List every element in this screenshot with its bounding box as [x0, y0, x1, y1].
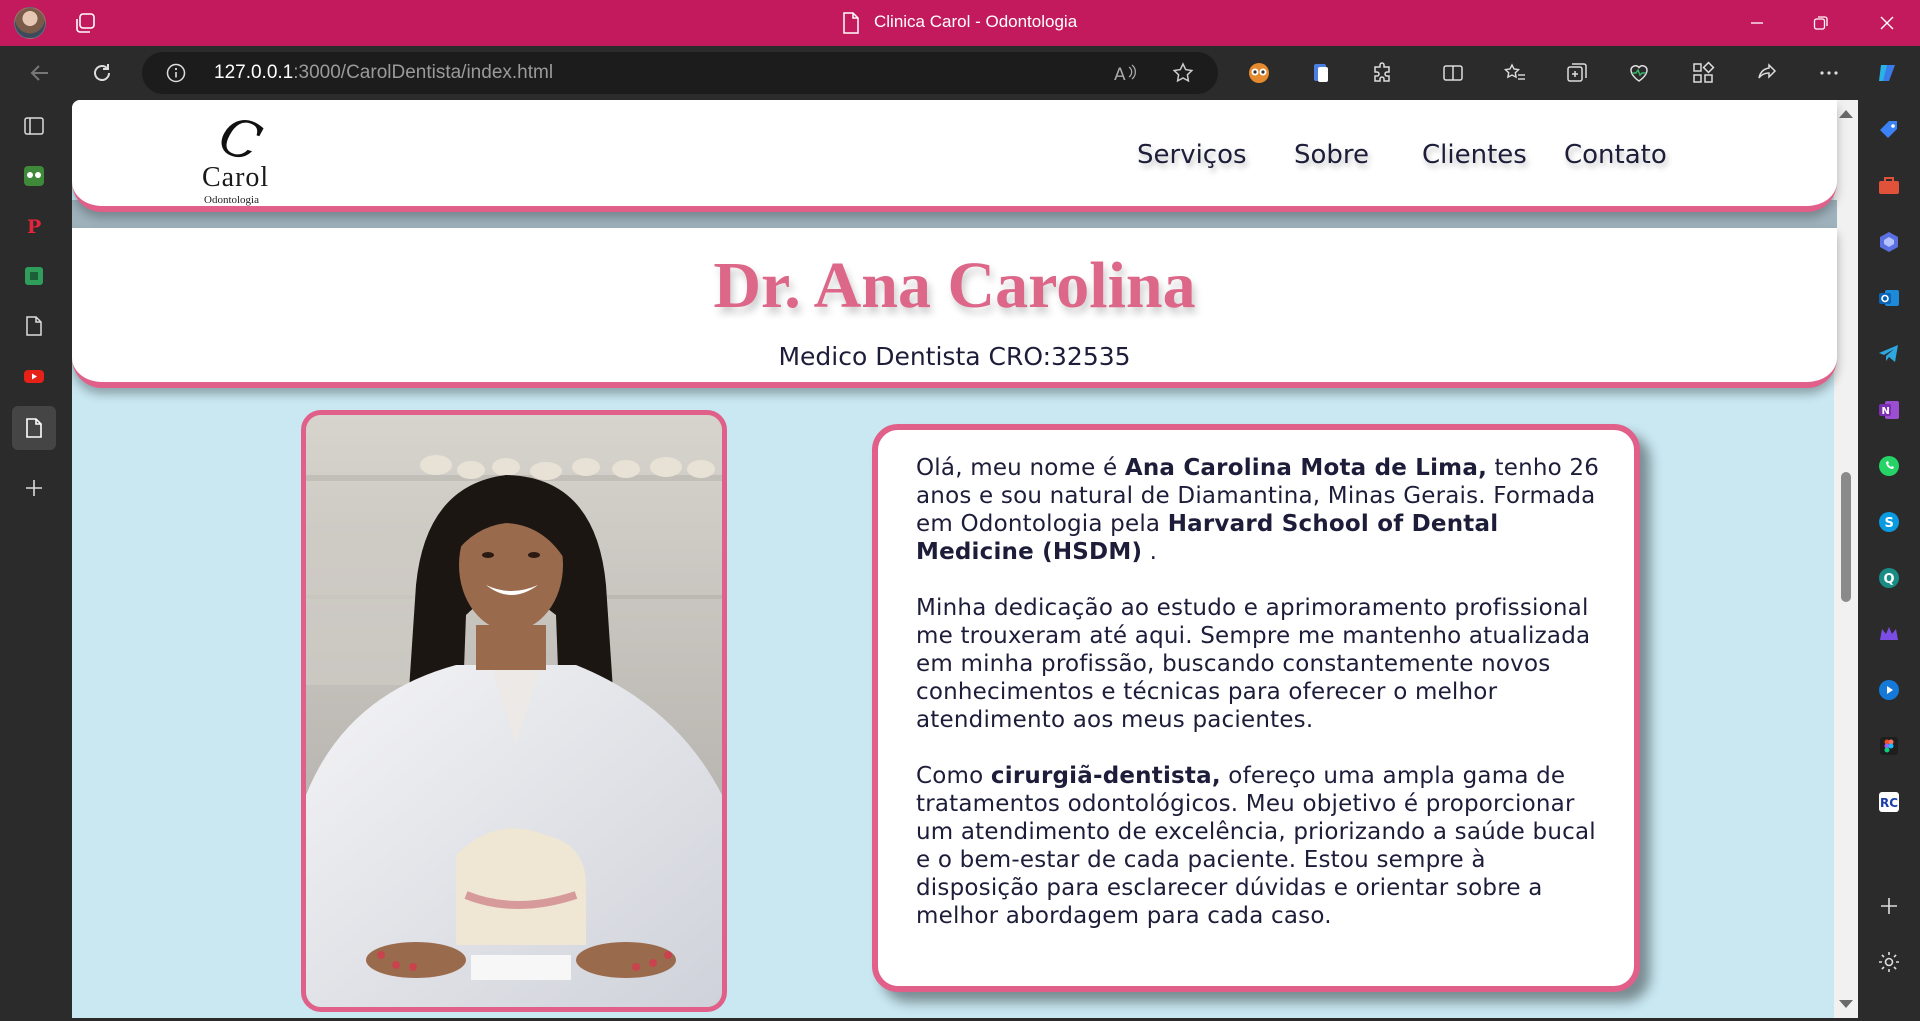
url-host: 127.0.0.1 — [214, 62, 294, 83]
window-title: Clinica Carol - Odontologia — [874, 12, 1078, 31]
favorites-icon[interactable] — [1500, 58, 1530, 88]
scroll-down-arrow[interactable] — [1839, 1000, 1853, 1008]
restore-button[interactable] — [1790, 0, 1852, 46]
svg-text:RC: RC — [1880, 796, 1898, 810]
nav-sobre[interactable]: Sobre — [1294, 140, 1369, 170]
extension-clipboard-icon[interactable] — [1306, 58, 1336, 88]
doctor-banner: Dr. Ana Carolina Medico Dentista CRO:325… — [72, 228, 1837, 388]
nav-clientes[interactable]: Clientes — [1422, 140, 1527, 170]
window-titlebar: Clinica Carol - Odontologia — [0, 0, 1920, 46]
tab-extension-icon[interactable] — [20, 162, 48, 190]
doctor-photo — [301, 410, 727, 1012]
sidebar-settings-gear-icon[interactable] — [1875, 948, 1903, 976]
svg-text:A: A — [1114, 65, 1126, 84]
figma-icon[interactable] — [1875, 732, 1903, 760]
page-viewport: C Carol Odontologia Serviços Sobre Clien… — [72, 100, 1858, 1018]
tools-briefcase-icon[interactable] — [1875, 172, 1903, 200]
outlook-icon[interactable] — [1875, 284, 1903, 312]
profile-avatar[interactable] — [14, 7, 46, 39]
copilot-sidebar-icon[interactable] — [1875, 228, 1903, 256]
bio-paragraph-2: Minha dedicação ao estudo e aprimorament… — [916, 595, 1591, 733]
extensions-puzzle-icon[interactable] — [1368, 58, 1398, 88]
back-button[interactable] — [24, 57, 56, 89]
bio-text: Como — [916, 763, 991, 789]
favorite-star-icon[interactable] — [1170, 60, 1196, 86]
bio-paragraph-1: Olá, meu nome é Ana Carolina Mota de Lim… — [916, 454, 1604, 566]
close-button[interactable] — [1856, 0, 1918, 46]
document-icon — [842, 12, 860, 34]
doctor-name: Dr. Ana Carolina — [713, 249, 1196, 322]
url-path: :3000/CarolDentista/index.html — [293, 62, 554, 83]
media-player-icon[interactable] — [1875, 676, 1903, 704]
svg-text:S: S — [1885, 516, 1894, 531]
copilot-icon[interactable] — [1872, 58, 1902, 88]
skype-icon[interactable]: S — [1875, 508, 1903, 536]
site-header: C Carol Odontologia Serviços Sobre Clien… — [72, 100, 1837, 212]
onenote-icon[interactable]: N — [1875, 396, 1903, 424]
tab-youtube-icon[interactable] — [20, 362, 48, 390]
collections-icon[interactable] — [1562, 58, 1592, 88]
edge-sidebar: N S Q RC — [1858, 100, 1920, 1021]
bio-full-name: Ana Carolina Mota de Lima, — [1124, 455, 1488, 481]
svg-text:N: N — [1882, 406, 1890, 417]
tab-panel-icon[interactable] — [20, 112, 48, 140]
tab-green-app-icon[interactable] — [20, 262, 48, 290]
tab-actions-icon[interactable] — [74, 11, 98, 35]
whatsapp-icon[interactable] — [1875, 452, 1903, 480]
telegram-icon[interactable] — [1875, 340, 1903, 368]
apps-icon[interactable] — [1688, 58, 1718, 88]
doctor-cro: Medico Dentista CRO:32535 — [778, 342, 1131, 371]
logo-name: Carol — [202, 162, 270, 193]
bio-text: . — [1142, 539, 1158, 565]
sidebar-add-icon[interactable] — [1875, 892, 1903, 920]
bio-card: Olá, meu nome é Ana Carolina Mota de Lim… — [872, 424, 1640, 992]
nav-contato[interactable]: Contato — [1564, 140, 1667, 170]
split-screen-icon[interactable] — [1438, 58, 1468, 88]
browser-toolbar: 127.0.0.1:3000/CarolDentista/index.html … — [0, 46, 1920, 100]
minimize-button[interactable] — [1726, 0, 1788, 46]
new-tab-plus-icon[interactable] — [20, 474, 48, 502]
bio-paragraph-3: Como cirurgiã-dentista, ofereço uma ampl… — [916, 762, 1604, 930]
url-text[interactable]: 127.0.0.1:3000/CarolDentista/index.html — [214, 62, 553, 84]
crown-app-icon[interactable] — [1875, 620, 1903, 648]
scroll-up-arrow[interactable] — [1839, 110, 1853, 118]
vertical-tab-strip: P — [0, 100, 68, 1021]
address-bar[interactable]: 127.0.0.1:3000/CarolDentista/index.html … — [142, 52, 1218, 94]
tab-active-document-icon[interactable] — [12, 406, 56, 450]
logo-subtitle: Odontologia — [204, 194, 259, 206]
nav-servicos[interactable]: Serviços — [1137, 140, 1247, 170]
tab-pinterest-icon[interactable]: P — [20, 212, 48, 240]
bio-role: cirurgiã-dentista, — [990, 763, 1221, 789]
share-icon[interactable] — [1752, 58, 1782, 88]
clinic-logo[interactable]: C Carol Odontologia — [200, 105, 310, 206]
shopping-tag-icon[interactable] — [1875, 116, 1903, 144]
extension-eyes-icon[interactable] — [1244, 58, 1274, 88]
read-aloud-icon[interactable]: A — [1112, 60, 1138, 86]
rc-app-icon[interactable]: RC — [1875, 788, 1903, 816]
more-options-icon[interactable] — [1814, 58, 1844, 88]
tab-document-icon[interactable] — [20, 312, 48, 340]
site-info-icon[interactable] — [166, 63, 186, 83]
browser-essentials-icon[interactable] — [1624, 58, 1654, 88]
bio-text: Olá, meu nome é — [916, 455, 1125, 481]
svg-text:Q: Q — [1884, 572, 1895, 587]
svg-text:P: P — [27, 216, 41, 237]
scrollbar-thumb[interactable] — [1841, 472, 1851, 602]
refresh-button[interactable] — [86, 57, 118, 89]
q-app-icon[interactable]: Q — [1875, 564, 1903, 592]
page-scrollbar[interactable] — [1834, 100, 1858, 1018]
